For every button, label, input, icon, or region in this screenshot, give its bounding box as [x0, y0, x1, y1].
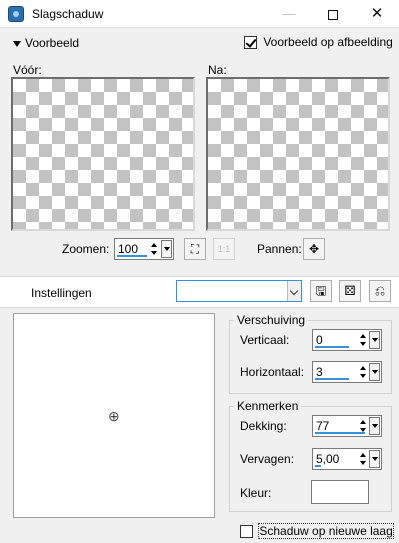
close-button[interactable]: ✕ [355, 0, 399, 28]
maximize-button[interactable] [311, 0, 355, 28]
collapse-caret-icon [13, 40, 21, 47]
checkbox-check-icon [244, 36, 257, 50]
after-label: Na: [208, 63, 227, 77]
zoom-underline [117, 255, 147, 257]
vertical-label: Verticaal: [240, 333, 290, 347]
preview-on-image-checkbox[interactable]: Voorbeeld op afbeelding [244, 35, 393, 50]
blur-value: 5,00 [316, 452, 340, 466]
offset-canvas[interactable]: ⊕ [13, 313, 215, 518]
blur-spinner[interactable]: 5,00 [312, 448, 382, 470]
vertical-step-arrows[interactable] [359, 331, 368, 349]
blur-dropdown-button[interactable] [369, 450, 380, 468]
checkbox-empty-icon [240, 525, 253, 539]
offset-group-title: Verschuiving [234, 313, 309, 327]
horizontal-label: Horizontaal: [240, 365, 305, 379]
opacity-spinner[interactable]: 77 [312, 415, 382, 437]
zoom-label: Zoomen: [62, 242, 110, 256]
vertical-spinner[interactable]: 0 [312, 329, 382, 351]
pan-label: Pannen: [257, 242, 302, 256]
zoom-spinner[interactable]: 100 [114, 238, 174, 260]
before-label: Vóór: [13, 63, 42, 77]
properties-group-title: Kenmerken [234, 399, 302, 413]
save-preset-button[interactable]: 🖫 [310, 280, 332, 302]
preview-on-image-label: Voorbeeld op afbeelding [263, 35, 393, 49]
blur-step-arrows[interactable] [359, 450, 368, 468]
window-title: Slagschaduw [32, 7, 104, 21]
pan-button[interactable]: ✥ [303, 238, 325, 260]
zoom-dropdown-button[interactable] [161, 240, 172, 258]
preset-combo[interactable] [176, 280, 302, 302]
reset-preset-button[interactable]: ⎌ [369, 280, 391, 302]
zoom-fit-button[interactable]: ⛶ [184, 238, 206, 260]
horizontal-underline [315, 378, 349, 380]
vertical-value: 0 [316, 333, 323, 347]
chevron-down-icon[interactable] [287, 281, 301, 301]
settings-label: Instellingen [31, 286, 92, 300]
preview-toggle-label: Voorbeeld [25, 36, 80, 50]
maximize-icon [328, 9, 338, 20]
zoom-value: 100 [118, 242, 139, 256]
horizontal-spinner[interactable]: 3 [312, 361, 382, 383]
vertical-dropdown-button[interactable] [369, 331, 380, 349]
opacity-label: Dekking: [240, 419, 287, 433]
color-label: Kleur: [240, 486, 272, 500]
opacity-dropdown-button[interactable] [369, 417, 380, 435]
preview-toggle[interactable]: Voorbeeld [13, 36, 79, 50]
horizontal-step-arrows[interactable] [359, 363, 368, 381]
opacity-underline [315, 432, 365, 434]
new-layer-checkbox[interactable]: Schaduw op nieuwe laag [240, 523, 394, 539]
title-bar: Slagschaduw — ✕ [0, 0, 399, 28]
blur-label: Vervagen: [240, 452, 295, 466]
horizontal-value: 3 [316, 365, 323, 379]
opacity-step-arrows[interactable] [359, 417, 368, 435]
zoom-step-arrows[interactable] [150, 240, 159, 258]
app-icon [8, 6, 24, 22]
horizontal-dropdown-button[interactable] [369, 363, 380, 381]
minimize-button[interactable]: — [267, 0, 311, 28]
opacity-value: 77 [316, 419, 330, 433]
crosshair-icon[interactable]: ⊕ [108, 408, 120, 425]
before-preview[interactable] [11, 77, 195, 231]
shadow-color-swatch[interactable] [311, 480, 369, 504]
after-preview[interactable] [206, 77, 390, 231]
vertical-underline [315, 346, 349, 348]
divider [0, 307, 399, 308]
random-preset-button[interactable]: ⚄ [339, 280, 361, 302]
blur-underline [315, 465, 321, 467]
zoom-actual-size-button[interactable]: 1:1 [213, 238, 235, 260]
new-layer-label: Schaduw op nieuwe laag [258, 523, 394, 539]
